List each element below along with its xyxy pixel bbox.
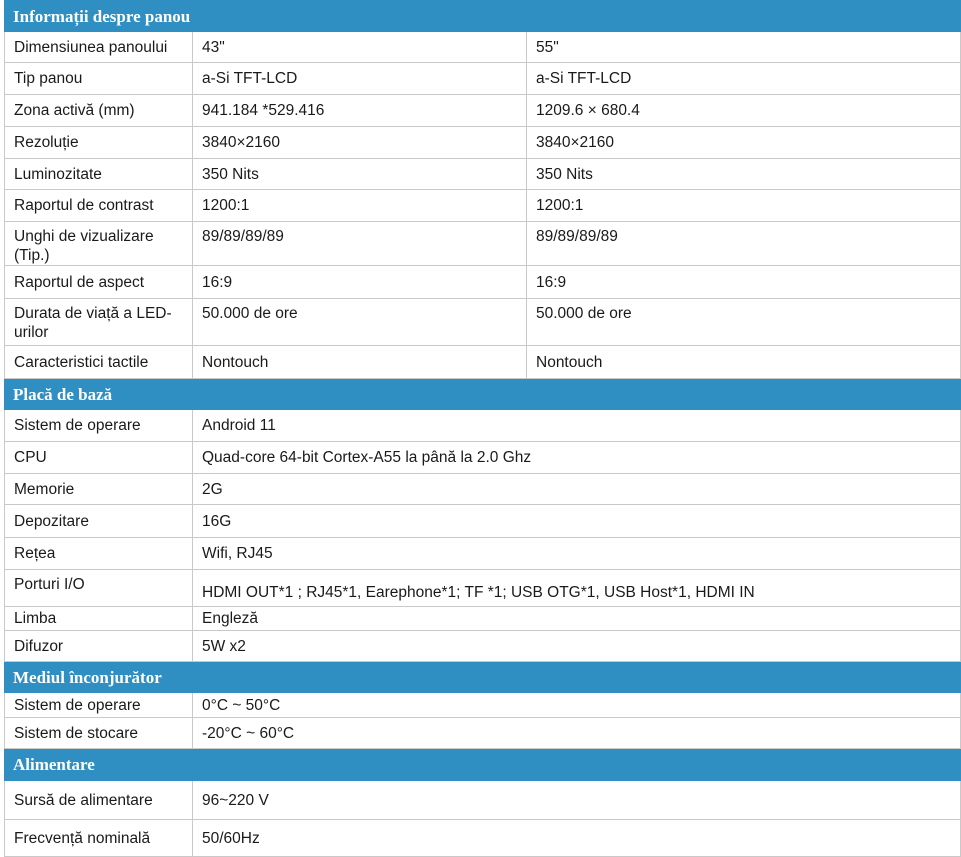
- table-row: Durata de viață a LED-urilor 50.000 de o…: [4, 298, 961, 346]
- value-43: 350 Nits: [192, 158, 527, 190]
- row-value: Engleză: [191, 606, 961, 631]
- value-43: 3840×2160: [192, 126, 527, 159]
- value-55: 50.000 de ore: [525, 298, 961, 346]
- row-label: Sistem de operare: [4, 692, 193, 718]
- row-label: Durata de viață a LED-urilor: [4, 298, 193, 346]
- value-43: 50.000 de ore: [192, 298, 527, 346]
- value-55: a-Si TFT-LCD: [525, 62, 961, 95]
- section-title-panel: Informații despre panou: [3, 0, 961, 32]
- section-header-board: Placă de bază: [3, 378, 961, 410]
- row-label: Frecvență nominală: [4, 819, 193, 857]
- table-row: Sursă de alimentare 96~220 V: [4, 780, 961, 820]
- value-43: 941.184 *529.416: [192, 94, 527, 127]
- value-43: a-Si TFT-LCD: [192, 62, 527, 95]
- table-row: Raportul de aspect 16:9 16:9: [4, 265, 961, 299]
- table-row: CPU Quad-core 64-bit Cortex-A55 la până …: [4, 441, 961, 474]
- value-55: Nontouch: [525, 345, 961, 379]
- section-header-panel: Informații despre panou: [3, 0, 961, 32]
- value-55: 16:9: [525, 265, 961, 299]
- row-label: Limba: [4, 606, 193, 631]
- table-row: Caracteristici tactile Nontouch Nontouch: [4, 345, 961, 379]
- row-value: -20°C ~ 60°C: [191, 717, 961, 749]
- value-55: 3840×2160: [525, 126, 961, 159]
- table-row: Raportul de contrast 1200:1 1200:1: [4, 189, 961, 222]
- value-55: 1200:1: [525, 189, 961, 222]
- row-value: 50/60Hz: [191, 819, 961, 857]
- row-value: HDMI OUT*1 ; RJ45*1, Earephone*1; TF *1;…: [191, 569, 961, 607]
- section-title-power: Alimentare: [3, 748, 961, 781]
- table-row: Frecvență nominală 50/60Hz: [4, 819, 961, 857]
- row-label: Raportul de contrast: [4, 189, 193, 222]
- row-label: CPU: [4, 441, 193, 474]
- table-row: Rețea Wifi, RJ45: [4, 537, 961, 570]
- table-row: Porturi I/O HDMI OUT*1 ; RJ45*1, Earepho…: [4, 569, 961, 607]
- spec-table: Informații despre panou Dimensiunea pano…: [3, 0, 961, 857]
- row-label: Sursă de alimentare: [4, 780, 193, 820]
- section-header-power: Alimentare: [3, 748, 961, 781]
- table-row: Unghi de vizualizare (Tip.) 89/89/89/89 …: [4, 221, 961, 266]
- row-label: Raportul de aspect: [4, 265, 193, 299]
- value-55: 350 Nits: [525, 158, 961, 190]
- row-label: Memorie: [4, 473, 193, 505]
- table-row: Sistem de stocare -20°C ~ 60°C: [4, 717, 961, 749]
- table-row: Luminozitate 350 Nits 350 Nits: [4, 158, 961, 190]
- row-label: Rețea: [4, 537, 193, 570]
- row-label: Caracteristici tactile: [4, 345, 193, 379]
- row-label: Rezoluție: [4, 126, 193, 159]
- spec-sheet: Informații despre panou Dimensiunea pano…: [0, 0, 961, 857]
- table-row: Rezoluție 3840×2160 3840×2160: [4, 126, 961, 159]
- table-row: Sistem de operare Android 11: [4, 409, 961, 442]
- row-label: Dimensiunea panoului: [4, 31, 193, 63]
- row-value: 16G: [191, 504, 961, 538]
- section-header-environment: Mediul înconjurător: [3, 661, 961, 693]
- section-title-board: Placă de bază: [3, 378, 961, 410]
- row-value: 2G: [191, 473, 961, 505]
- row-label: Porturi I/O: [4, 569, 193, 607]
- row-label: Sistem de stocare: [4, 717, 193, 749]
- value-43: 16:9: [192, 265, 527, 299]
- value-55: 89/89/89/89: [525, 221, 961, 266]
- row-value: 5W x2: [191, 630, 961, 662]
- value-43: 43": [192, 31, 527, 63]
- row-label: Difuzor: [4, 630, 193, 662]
- value-55: 1209.6 × 680.4: [525, 94, 961, 127]
- table-row: Sistem de operare 0°C ~ 50°C: [4, 692, 961, 718]
- row-value: Wifi, RJ45: [191, 537, 961, 570]
- table-row: Memorie 2G: [4, 473, 961, 505]
- row-label: Luminozitate: [4, 158, 193, 190]
- row-value: 0°C ~ 50°C: [191, 692, 961, 718]
- table-row: Difuzor 5W x2: [4, 630, 961, 662]
- table-row: Depozitare 16G: [4, 504, 961, 538]
- table-row: Tip panou a-Si TFT-LCD a-Si TFT-LCD: [4, 62, 961, 95]
- row-label: Sistem de operare: [4, 409, 193, 442]
- value-43: 89/89/89/89: [192, 221, 527, 266]
- value-55: 55": [525, 31, 961, 63]
- table-row: Dimensiunea panoului 43" 55": [4, 31, 961, 63]
- row-label: Depozitare: [4, 504, 193, 538]
- row-label: Tip panou: [4, 62, 193, 95]
- row-value: Quad-core 64-bit Cortex-A55 la până la 2…: [191, 441, 961, 474]
- value-43: 1200:1: [192, 189, 527, 222]
- value-43: Nontouch: [192, 345, 527, 379]
- row-label: Unghi de vizualizare (Tip.): [4, 221, 193, 266]
- table-row: Zona activă (mm) 941.184 *529.416 1209.6…: [4, 94, 961, 127]
- row-value: 96~220 V: [191, 780, 961, 820]
- row-value: Android 11: [191, 409, 961, 442]
- row-label: Zona activă (mm): [4, 94, 193, 127]
- table-row: Limba Engleză: [4, 606, 961, 631]
- section-title-environment: Mediul înconjurător: [3, 661, 961, 693]
